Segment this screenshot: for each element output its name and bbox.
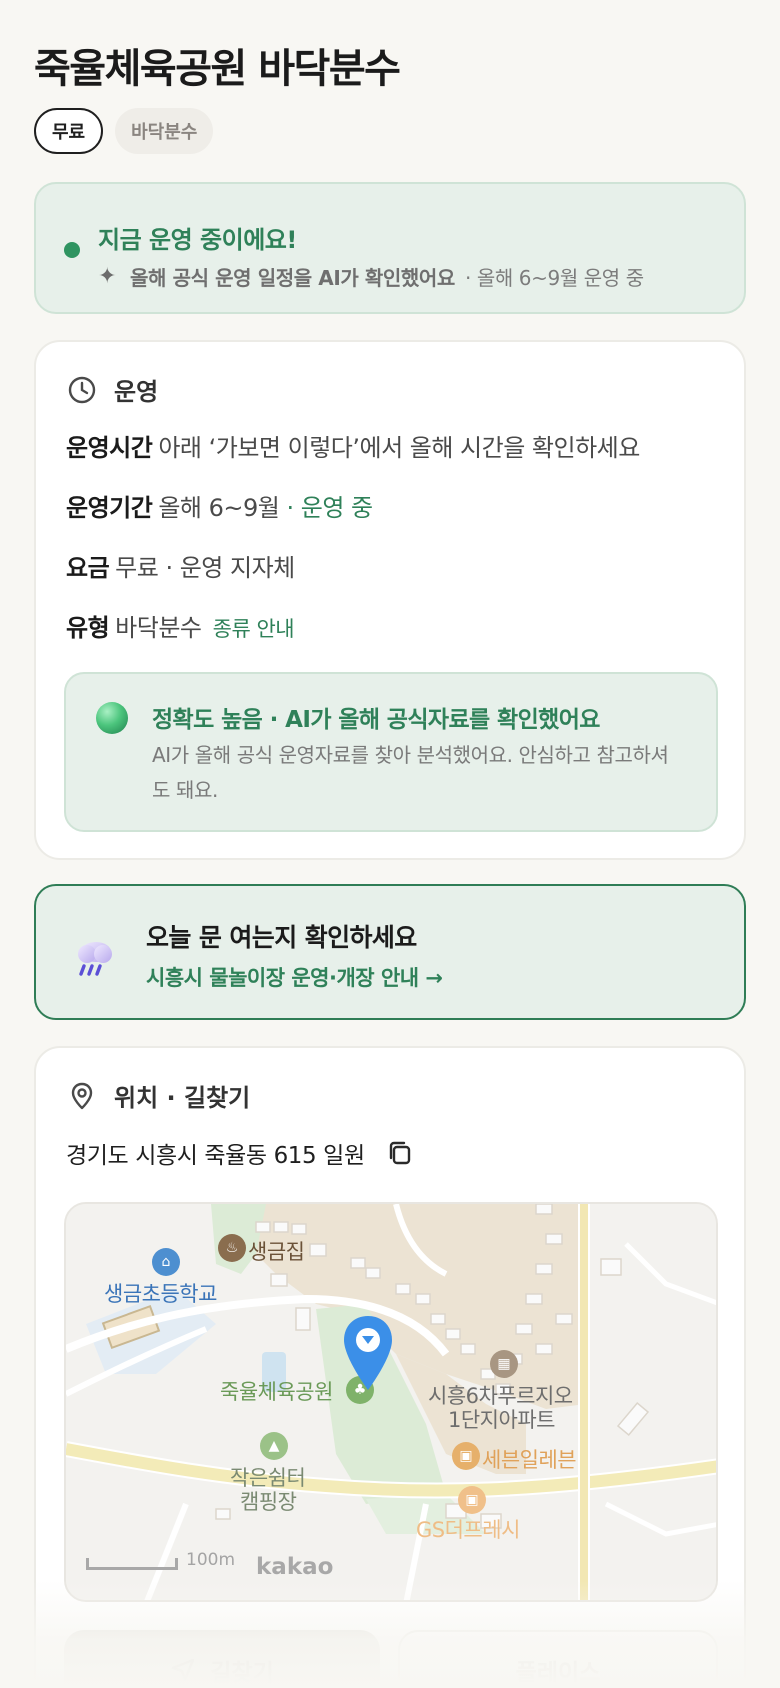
map-label-school: 생금초등학교 bbox=[104, 1282, 217, 1306]
page: 죽율체육공원 바닥분수 무료 바닥분수 지금 운영 중이에요! ✦ 올해 공식 … bbox=[0, 0, 780, 1688]
directions-label: 길찾기 bbox=[210, 1660, 274, 1686]
tag-chips: 무료 바닥분수 bbox=[34, 108, 214, 154]
status-period: · 올해 6~9월 운영 중 bbox=[464, 266, 644, 290]
chip-floor-fountain[interactable]: 바닥분수 bbox=[115, 108, 214, 154]
notice-link[interactable]: 시흥시 물놀이장 운영·개장 안내 → bbox=[146, 962, 443, 992]
supermarket-icon: ▣ bbox=[458, 1486, 486, 1514]
accuracy-description: AI가 올해 공식 운영자료를 찾아 분석했어요. 안심하고 참고하셔도 돼요. bbox=[152, 743, 669, 802]
operation-card: 운영 운영시간 아래 ‘가보면 이렇다’에서 올해 시간을 확인하세요 운영기간 올… bbox=[34, 340, 746, 860]
address-text: 경기도 시흥시 죽율동 615 일원 bbox=[66, 1143, 365, 1169]
row-status-accent: · 운영 중 bbox=[286, 494, 374, 522]
sparkle-icon: ✦ bbox=[98, 264, 117, 289]
navigation-arrow-icon bbox=[172, 1658, 195, 1682]
map-scale: 100m bbox=[86, 1550, 235, 1570]
address-row: 경기도 시흥시 죽율동 615 일원 bbox=[66, 1136, 415, 1170]
open-today-notice[interactable]: 오늘 문 여는지 확인하세요 시흥시 물놀이장 운영·개장 안내 → bbox=[34, 884, 746, 1020]
map-label-park: 죽율체육공원 bbox=[220, 1380, 333, 1404]
location-actions: 길찾기 플레이스 bbox=[64, 1630, 718, 1688]
kakao-map[interactable]: ⌂ 생금초등학교 ♨ 생금집 죽율체육공원 ♣ ▦ 시흥6차푸르지오 1단지아파… bbox=[64, 1202, 718, 1602]
operation-heading: 운영 bbox=[66, 372, 158, 407]
row-key: 요금 bbox=[66, 554, 110, 582]
clock-icon bbox=[68, 376, 96, 403]
restaurant-icon: ♨ bbox=[218, 1234, 246, 1262]
location-heading-label: 위치 · 길찾기 bbox=[114, 1084, 251, 1112]
operating-status-card: 지금 운영 중이에요! ✦ 올해 공식 운영 일정을 AI가 확인했어요 · 올… bbox=[34, 182, 746, 314]
location-card: 위치 · 길찾기 경기도 시흥시 죽율동 615 일원 ⌂ 생금초등학교 ♨ 생… bbox=[34, 1046, 746, 1688]
row-key: 유형 bbox=[66, 614, 110, 642]
page-title: 죽율체육공원 바닥분수 bbox=[34, 46, 401, 92]
map-label-apartment-2: 1단지아파트 bbox=[448, 1408, 555, 1432]
accuracy-title: 정확도 높음 · AI가 올해 공식자료를 확인했어요 bbox=[152, 707, 600, 733]
rain-cloud-icon bbox=[78, 942, 112, 976]
scale-label: 100m bbox=[186, 1550, 236, 1570]
status-subtitle: ✦ 올해 공식 운영 일정을 AI가 확인했어요 · 올해 6~9월 운영 중 bbox=[98, 262, 644, 291]
ai-orb-icon bbox=[96, 702, 128, 734]
map-label-store2: GS더프레시 bbox=[416, 1518, 520, 1542]
row-value: 무료 · 운영 지자체 bbox=[115, 554, 295, 582]
directions-button[interactable]: 길찾기 bbox=[64, 1630, 380, 1688]
row-value: 바닥분수 bbox=[115, 614, 202, 642]
row-type: 유형 바닥분수 종류 안내 bbox=[66, 608, 295, 643]
notice-title: 오늘 문 여는지 확인하세요 bbox=[146, 923, 417, 952]
status-dot-icon bbox=[64, 242, 80, 258]
location-pin-icon bbox=[71, 1082, 93, 1109]
row-operating-period: 운영기간 올해 6~9월 · 운영 중 bbox=[66, 488, 373, 523]
school-icon: ⌂ bbox=[152, 1248, 180, 1276]
row-value: 올해 6~9월 bbox=[158, 494, 280, 522]
apartment-icon: ▦ bbox=[490, 1350, 518, 1378]
row-key: 운영시간 bbox=[66, 434, 153, 462]
accuracy-box: 정확도 높음 · AI가 올해 공식자료를 확인했어요 AI가 올해 공식 운영… bbox=[64, 672, 718, 832]
convenience-store-icon: ▣ bbox=[452, 1442, 480, 1470]
map-label-camp-2: 캠핑장 bbox=[240, 1490, 297, 1514]
kakao-logo: kakao bbox=[256, 1554, 334, 1580]
type-guide-link[interactable]: 종류 안내 bbox=[213, 617, 295, 641]
scale-bar bbox=[86, 1558, 178, 1570]
map-pin-marker-icon[interactable] bbox=[340, 1314, 396, 1394]
place-button[interactable]: 플레이스 bbox=[398, 1630, 718, 1688]
place-label: 플레이스 bbox=[515, 1660, 601, 1686]
row-value: 아래 ‘가보면 이렇다’에서 올해 시간을 확인하세요 bbox=[158, 434, 640, 462]
chip-free[interactable]: 무료 bbox=[34, 108, 104, 154]
copy-icon[interactable] bbox=[385, 1138, 415, 1168]
row-key: 운영기간 bbox=[66, 494, 153, 522]
status-ai-note: 올해 공식 운영 일정을 AI가 확인했어요 bbox=[130, 266, 455, 290]
location-heading: 위치 · 길찾기 bbox=[66, 1078, 250, 1113]
row-fee: 요금 무료 · 운영 지자체 bbox=[66, 548, 295, 583]
map-label-restaurant: 생금집 bbox=[248, 1240, 305, 1264]
row-operating-hours: 운영시간 아래 ‘가보면 이렇다’에서 올해 시간을 확인하세요 bbox=[66, 428, 640, 463]
camping-icon: ▲ bbox=[260, 1432, 288, 1460]
operation-heading-label: 운영 bbox=[114, 378, 159, 406]
status-title: 지금 운영 중이에요! bbox=[98, 226, 297, 254]
map-label-store1: 세븐일레븐 bbox=[482, 1448, 577, 1472]
